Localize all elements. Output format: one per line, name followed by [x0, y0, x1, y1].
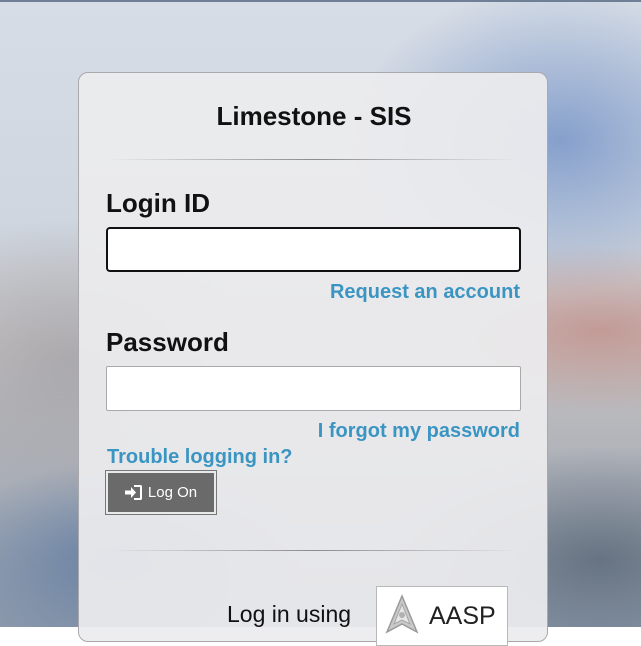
aasp-logo-icon [385, 593, 419, 639]
log-on-button[interactable]: Log On [106, 471, 216, 514]
login-id-input[interactable] [106, 227, 521, 272]
password-input[interactable] [106, 366, 521, 411]
page-title: Limestone - SIS [216, 101, 412, 131]
password-label: Password [106, 327, 229, 357]
login-id-label: Login ID [106, 188, 210, 218]
login-card: Limestone - SIS Login ID Request an acco… [78, 72, 548, 646]
aasp-label: AASP [429, 601, 496, 630]
top-border [0, 0, 641, 2]
log-on-label: Log On [147, 484, 198, 501]
title-divider [109, 159, 519, 160]
aasp-login-button[interactable]: AASP [376, 586, 508, 646]
trouble-logging-in-link[interactable]: Trouble logging in? [107, 446, 293, 469]
request-account-link[interactable]: Request an account [330, 281, 520, 304]
sso-divider [109, 550, 519, 551]
login-using-label: Log in using [227, 601, 352, 627]
sign-in-icon [124, 485, 142, 500]
forgot-password-link[interactable]: I forgot my password [318, 420, 520, 443]
